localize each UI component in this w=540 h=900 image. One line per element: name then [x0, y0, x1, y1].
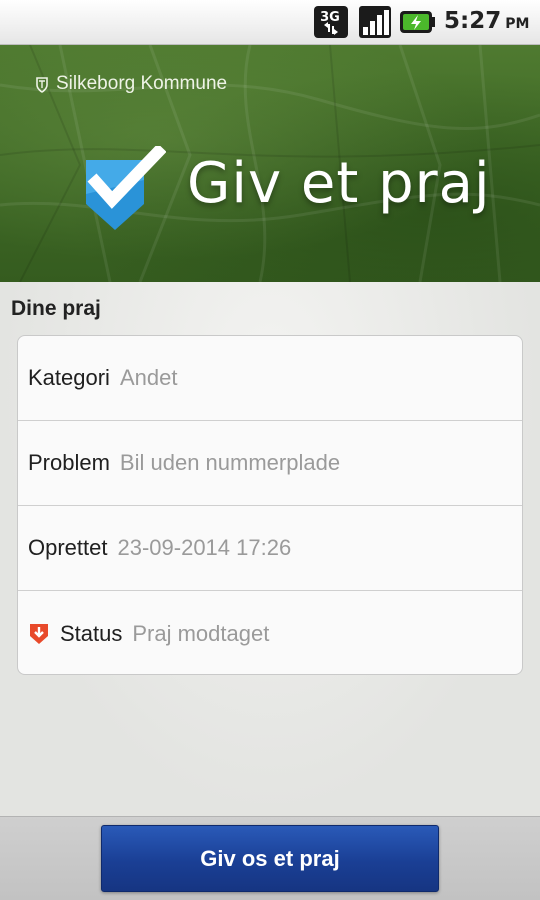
created-value: 23-09-2014 17:26 [117, 535, 292, 560]
give-report-button[interactable]: Giv os et praj [101, 825, 439, 892]
clock: 5:27 PM [444, 8, 530, 34]
signal-strength-icon [359, 6, 391, 38]
category-value: Andet [119, 365, 178, 390]
problem-value: Bil uden nummerplade [119, 450, 341, 475]
3g-data-icon: 3G [314, 6, 348, 38]
bottom-bar: Giv os et praj [0, 816, 540, 900]
status-label: Status [60, 620, 123, 646]
category-row: Kategori Andet [18, 336, 522, 421]
municipality-name: Silkeborg Kommune [56, 73, 228, 94]
status-bar: 3G 5:27 PM [0, 0, 540, 45]
problem-label: Problem [28, 450, 110, 475]
svg-text:3G: 3G [320, 10, 340, 25]
header-banner: Silkeborg Kommune Giv et praj [0, 45, 540, 282]
section-title: Dine praj [11, 297, 101, 320]
created-row: Oprettet 23-09-2014 17:26 [18, 506, 522, 591]
municipality-crest-icon [36, 77, 48, 93]
status-value: Praj modtaget [132, 620, 270, 646]
report-details: Dine praj Kategori Andet Problem Bil ude… [0, 282, 540, 816]
download-status-icon [30, 623, 48, 644]
created-label: Oprettet [28, 535, 108, 560]
checkmark-shield-icon [86, 146, 166, 230]
report-card: Kategori Andet Problem Bil uden nummerpl… [17, 335, 523, 675]
battery-charging-icon [400, 11, 435, 33]
status-row: Status Praj modtaget [18, 591, 522, 674]
municipality-logo: Silkeborg Kommune [34, 73, 227, 95]
problem-row: Problem Bil uden nummerplade [18, 421, 522, 506]
app-title: Giv et praj [187, 151, 491, 216]
category-label: Kategori [28, 365, 110, 390]
